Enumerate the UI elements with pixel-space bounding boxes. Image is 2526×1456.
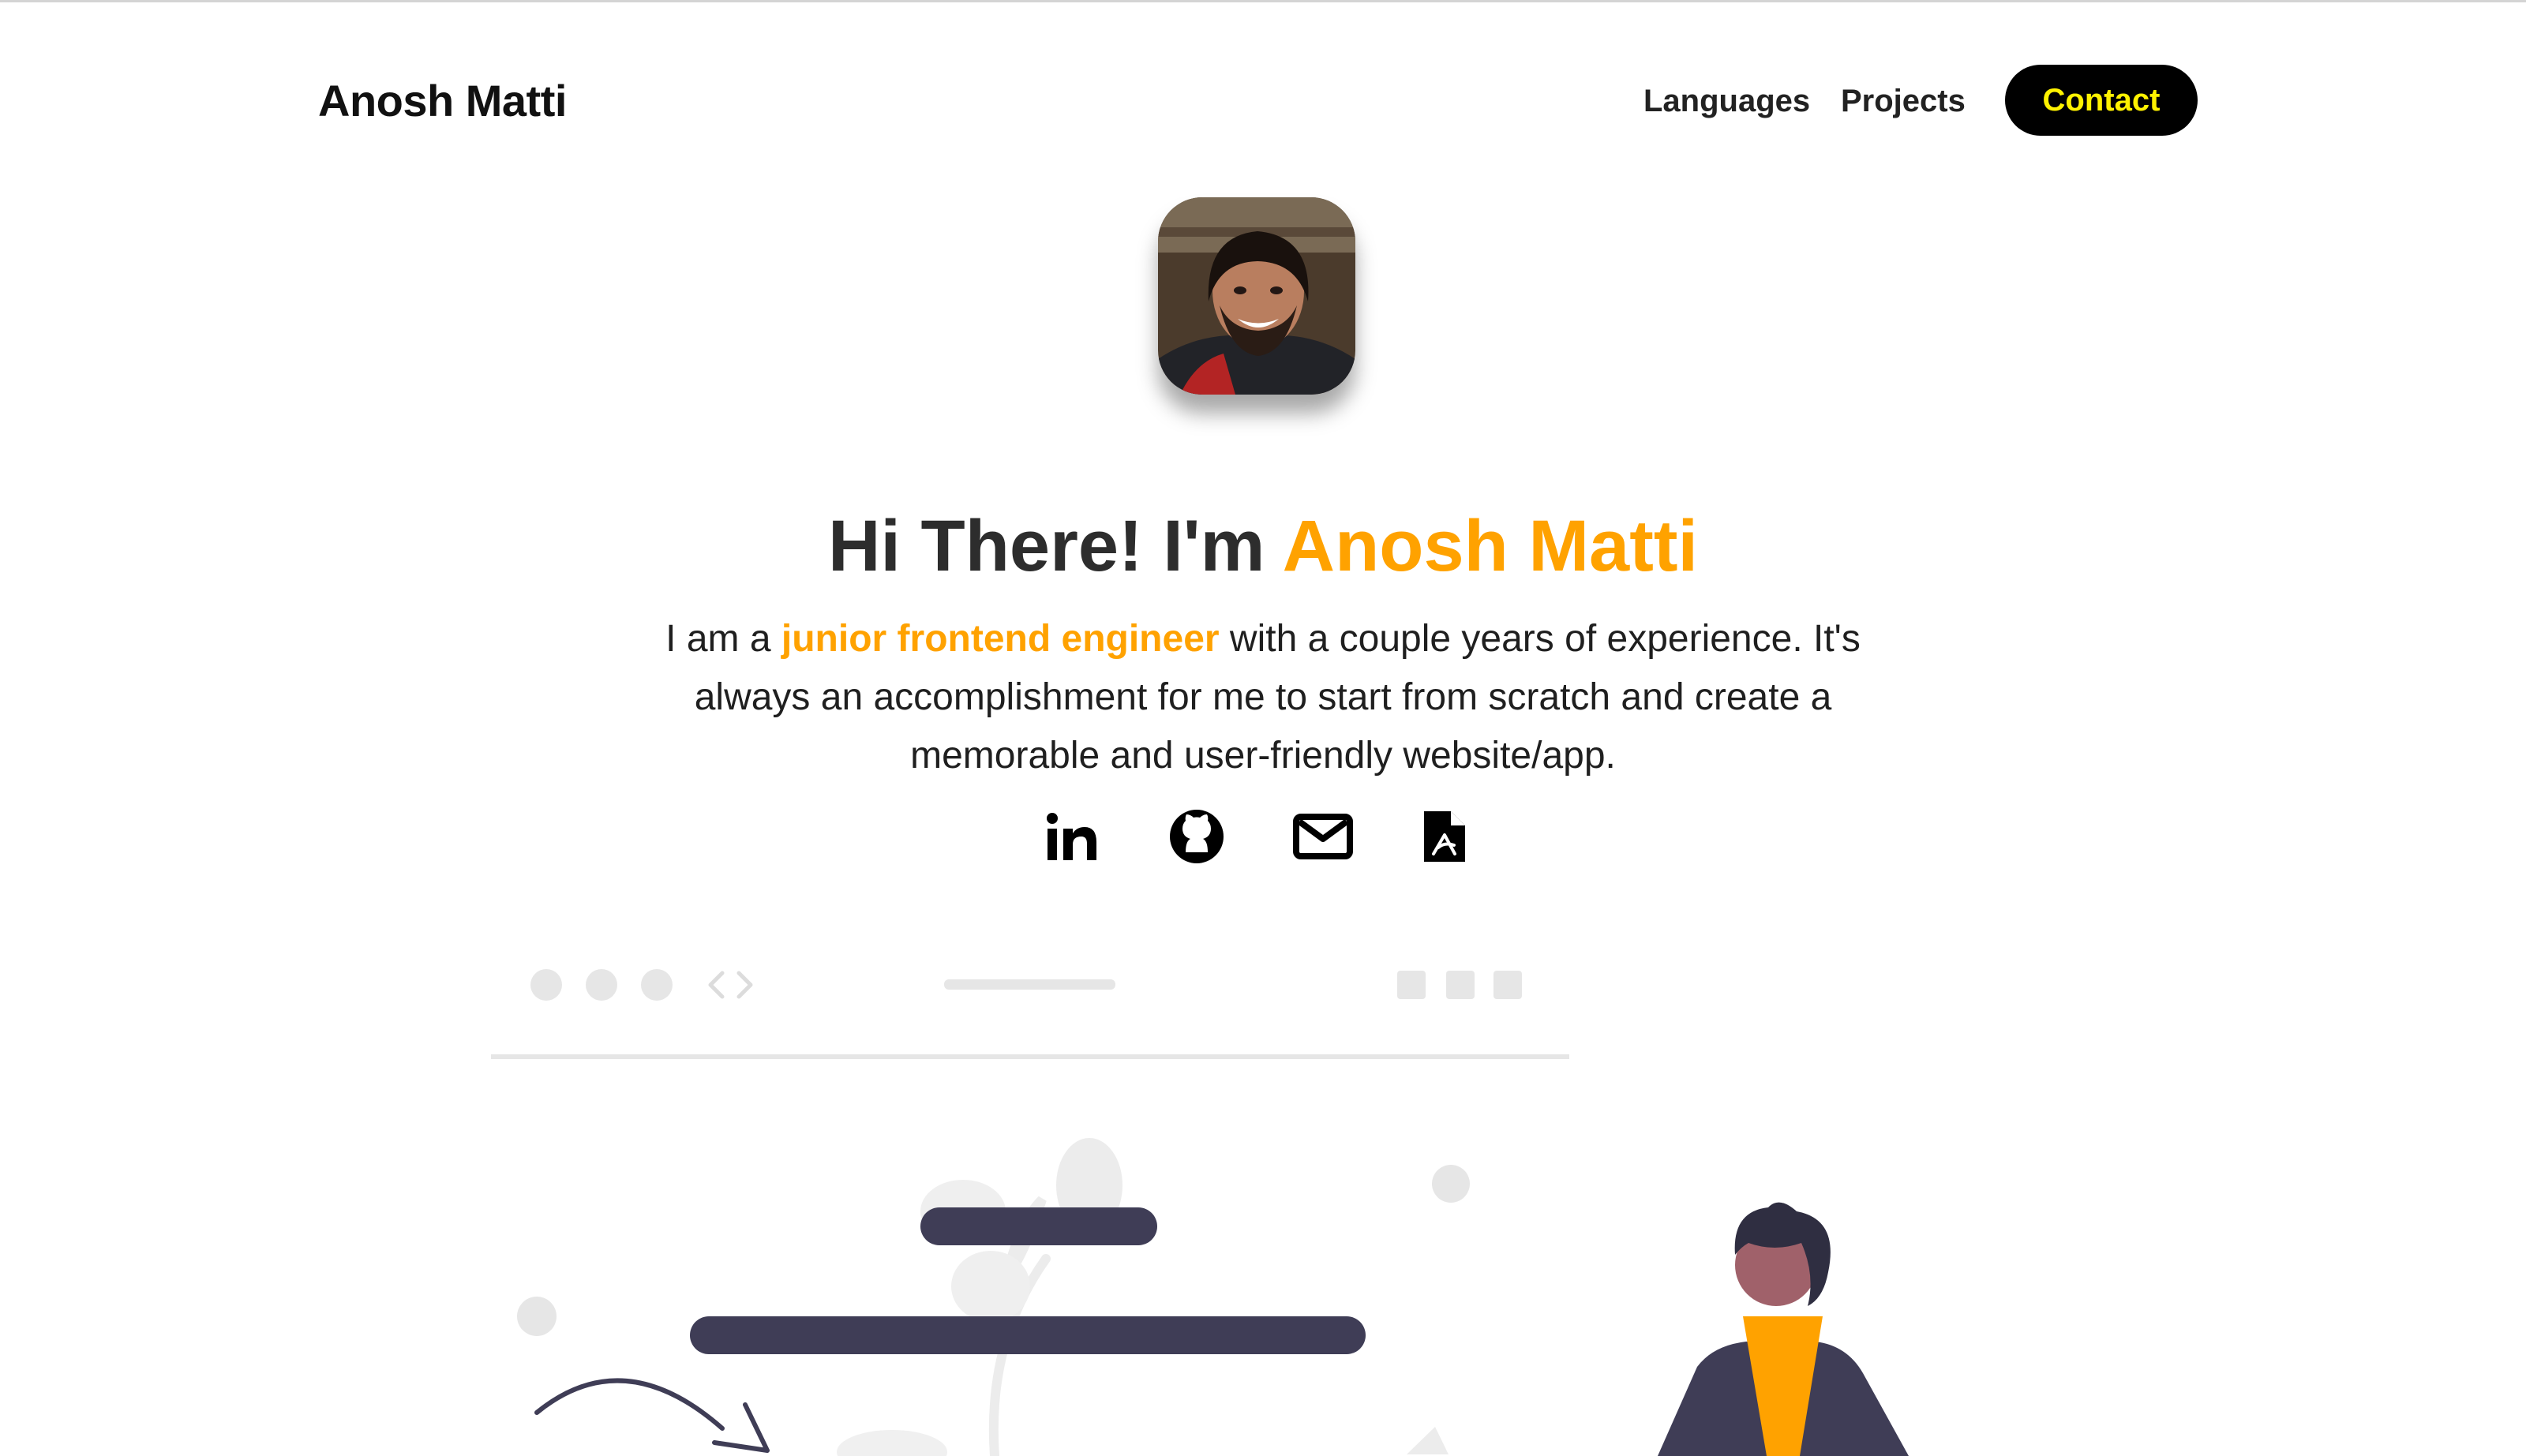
address-bar — [944, 979, 1115, 990]
code-icon — [708, 971, 753, 999]
decorative-dot — [1432, 1165, 1470, 1203]
person-head — [1735, 1224, 1817, 1306]
github-icon — [1170, 810, 1224, 863]
hero-headline: Hi There! I'm Anosh Matti — [0, 499, 2526, 593]
plant-leaf — [951, 1251, 1030, 1322]
hero-greeting: Hi There! I'm — [827, 505, 1265, 586]
decorative-dot — [517, 1297, 557, 1336]
mail-icon — [1293, 814, 1353, 859]
person-shirt — [1743, 1316, 1823, 1456]
top-border — [0, 0, 2526, 2]
curved-arrowhead — [712, 1402, 770, 1453]
resume-pdf-link[interactable] — [1415, 807, 1475, 866]
person-hair — [1734, 1202, 1831, 1306]
hero-introduction: I am a junior frontend engineer with a c… — [632, 610, 1895, 785]
window-dot — [530, 969, 562, 1001]
email-link[interactable] — [1293, 807, 1353, 866]
intro-before: I am a — [665, 618, 771, 660]
window-control — [1493, 971, 1522, 999]
nav-projects-link[interactable]: Projects — [1841, 75, 1966, 127]
content-bar — [690, 1316, 1366, 1354]
brand-logo-text[interactable]: Anosh Matti — [318, 69, 567, 133]
linkedin-link[interactable] — [1042, 807, 1102, 866]
nav-languages-link[interactable]: Languages — [1643, 75, 1810, 127]
plant-leaf — [1407, 1427, 1449, 1454]
github-link[interactable] — [1167, 807, 1227, 866]
window-control — [1446, 971, 1475, 999]
pdf-resume-icon — [1424, 811, 1465, 862]
window-control — [1397, 971, 1426, 999]
linkedin-icon — [1047, 813, 1096, 860]
plant-leaf — [920, 1180, 1006, 1243]
profile-avatar — [1158, 197, 1355, 395]
contact-button[interactable]: Contact — [2005, 65, 2198, 136]
plant-stem — [988, 1196, 1051, 1456]
person-body — [1658, 1342, 1909, 1456]
window-dot — [641, 969, 673, 1001]
curved-arrow — [534, 1378, 725, 1431]
plant-leaf — [837, 1430, 947, 1456]
hero-name: Anosh Matti — [1282, 505, 1699, 586]
browser-divider — [491, 1054, 1569, 1059]
window-dot — [586, 969, 617, 1001]
plant-leaf — [1056, 1138, 1122, 1233]
content-bar — [920, 1207, 1157, 1245]
profile-photo — [1158, 197, 1355, 395]
intro-highlight: junior frontend engineer — [781, 618, 1220, 660]
